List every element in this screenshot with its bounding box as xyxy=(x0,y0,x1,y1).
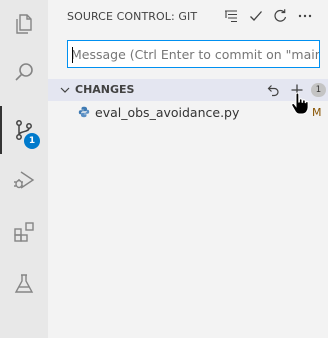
view-as-tree-button[interactable] xyxy=(221,6,241,26)
commit-message-input[interactable] xyxy=(68,41,319,67)
search-icon xyxy=(15,63,33,81)
source-control-badge: 1 xyxy=(24,133,40,149)
stage-all-icon xyxy=(291,84,303,96)
activity-run-debug[interactable] xyxy=(0,156,48,204)
more-actions-icon xyxy=(298,14,312,18)
python-file-icon xyxy=(78,106,90,118)
panel-title: SOURCE CONTROL: GIT xyxy=(67,10,198,23)
commit-message-box xyxy=(67,40,320,68)
changes-count-badge: 1 xyxy=(311,83,326,97)
view-as-tree-icon xyxy=(225,10,237,23)
text-caret xyxy=(72,47,73,63)
commit-check-icon xyxy=(250,11,262,21)
activity-source-control[interactable]: 1 xyxy=(0,106,48,154)
changed-file-row[interactable]: eval_obs_avoidance.py M xyxy=(48,101,328,123)
file-name: eval_obs_avoidance.py xyxy=(95,105,240,120)
source-control-panel: SOURCE CONTROL: GIT Message (Ctrl Enter … xyxy=(48,0,328,338)
commit-button[interactable] xyxy=(246,6,266,26)
refresh-icon xyxy=(274,9,287,22)
more-actions-button[interactable] xyxy=(295,6,315,26)
file-status-modified: M xyxy=(312,106,322,119)
activity-bar: 1 xyxy=(0,0,48,338)
chevron-down-icon xyxy=(60,87,70,93)
extensions-icon xyxy=(14,222,34,242)
activity-extensions[interactable] xyxy=(0,208,48,256)
files-icon xyxy=(16,14,32,34)
changes-label: CHANGES xyxy=(75,83,135,96)
changes-section-header[interactable]: CHANGES 1 xyxy=(48,79,328,101)
discard-all-button[interactable] xyxy=(263,80,283,100)
activity-explorer[interactable] xyxy=(0,0,48,48)
activity-testing[interactable] xyxy=(0,260,48,308)
activity-search[interactable] xyxy=(0,48,48,96)
vscode-window: 1 SOURCE CONTROL: GIT Message (Ctrl Ente… xyxy=(0,0,328,338)
refresh-button[interactable] xyxy=(270,6,290,26)
beaker-icon xyxy=(14,274,34,293)
discard-all-icon xyxy=(267,85,279,97)
run-debug-icon xyxy=(14,171,35,189)
panel-header: SOURCE CONTROL: GIT xyxy=(48,0,328,32)
stage-all-button[interactable] xyxy=(287,80,307,100)
